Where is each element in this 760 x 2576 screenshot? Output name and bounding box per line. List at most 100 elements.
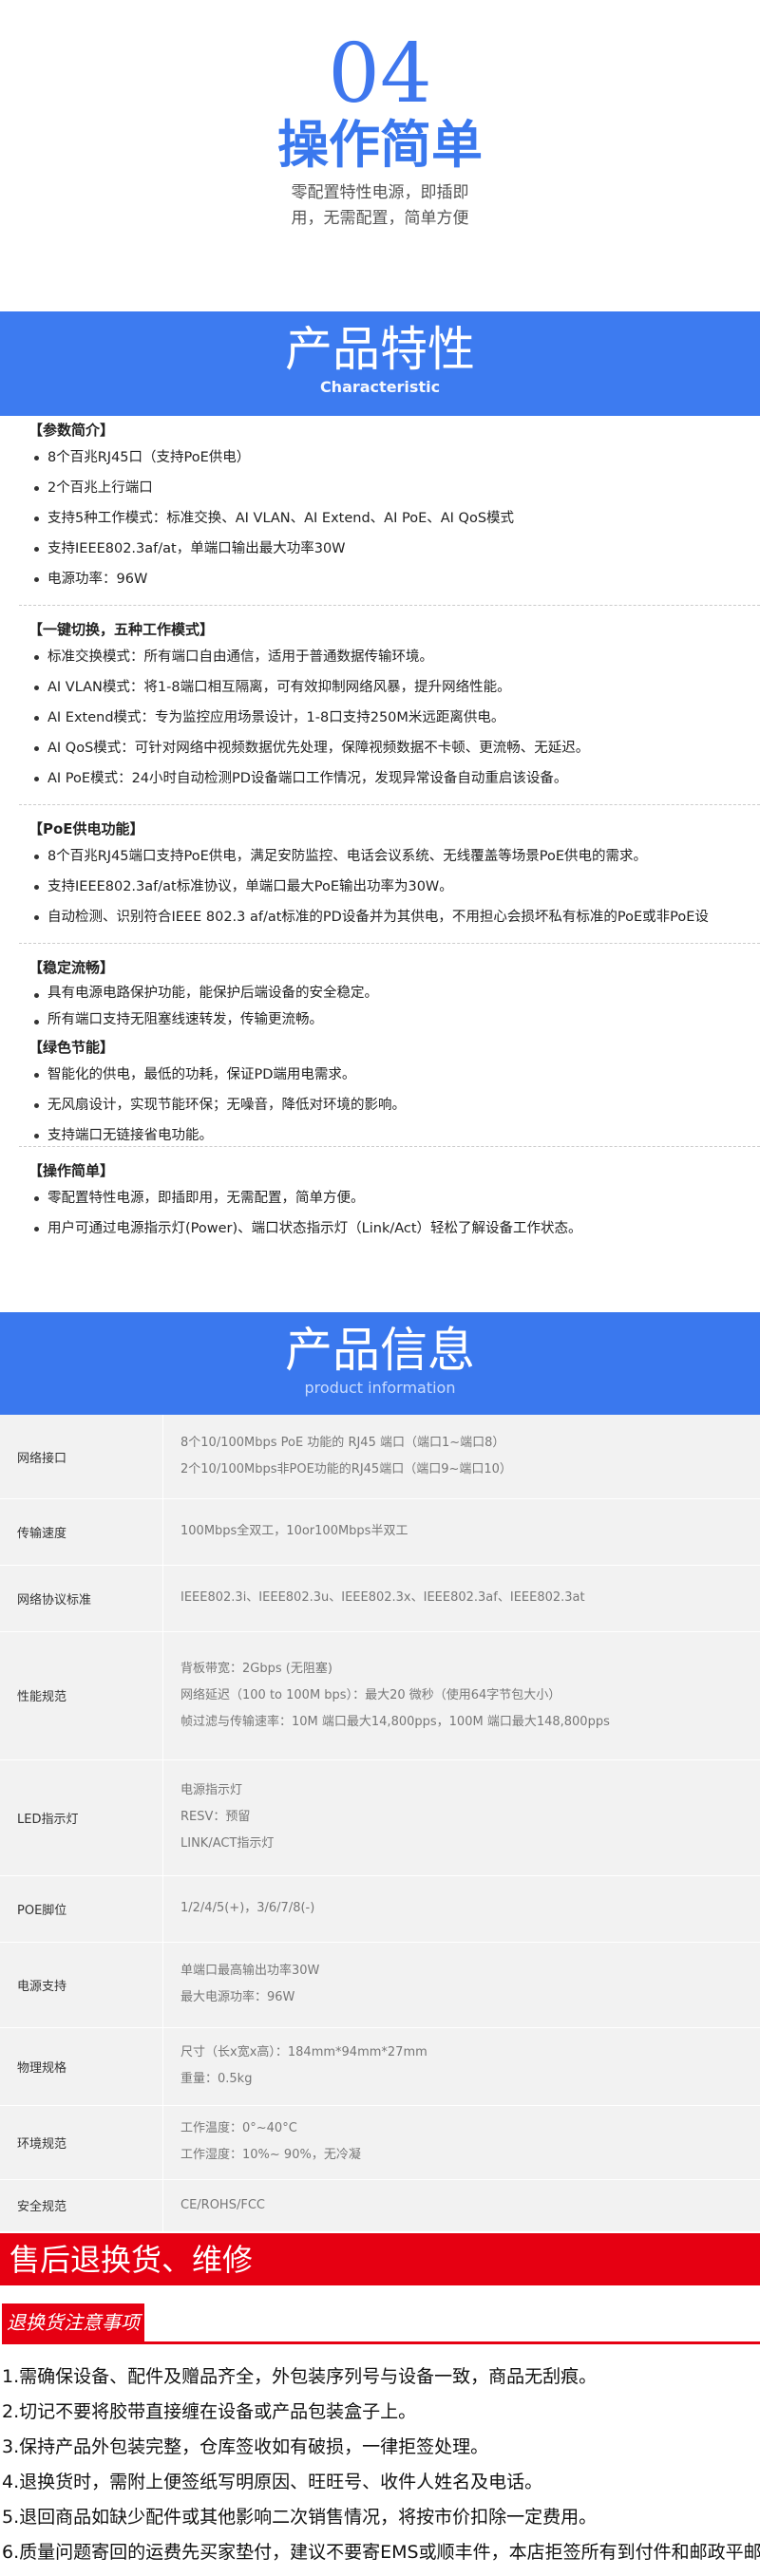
- spec-value: 8个10/100Mbps PoE 功能的 RJ45 端口（端口1~端口8） 2个…: [180, 1415, 750, 1498]
- feature-item: 2个百兆上行端口: [28, 473, 760, 503]
- feature-group-green: 【绿色节能】 智能化的供电，最低的功耗，保证PD端用电需求。 无风扇设计，实现节…: [28, 1037, 760, 1151]
- table-row: POE脚位 1/2/4/5(+)，3/6/7/8(-): [0, 1875, 760, 1943]
- divider: [19, 605, 760, 606]
- spec-value: 尺寸（长x宽x高）：184mm*94mm*27mm 重量：0.5kg: [180, 2027, 750, 2105]
- table-row: LED指示灯 电源指示灯 RESV：预留 LINK/ACT指示灯: [0, 1759, 760, 1876]
- feature-group-params: 【参数简介】 8个百兆RJ45口（支持PoE供电） 2个百兆上行端口 支持5种工…: [28, 420, 760, 594]
- spec-value-line: 网络延迟（100 to 100M bps）：最大20 微秒（使用64字节包大小）: [180, 1687, 561, 1702]
- feature-item: 标准交换模式：所有端口自由通信，适用于普通数据传输环境。: [28, 642, 760, 672]
- spec-value-line: 帧过滤与传输速率：10M 端口最大14,800pps，100M 端口最大148,…: [180, 1714, 610, 1729]
- spec-value-line: 8个10/100Mbps PoE 功能的 RJ45 端口（端口1~端口8）: [180, 1436, 505, 1450]
- aftersales-title: 售后退换货、维修: [10, 2242, 254, 2278]
- spec-value-line: RESV：预留: [180, 1810, 251, 1824]
- feature-item: 支持IEEE802.3af/at标准协议，单端口最大PoE输出功率为30W。: [28, 872, 760, 902]
- spec-value: 1/2/4/5(+)，3/6/7/8(-): [180, 1875, 750, 1942]
- feature-item: 自动检测、识别符合IEEE 802.3 af/at标准的PD设备并为其供电，不用…: [28, 902, 760, 932]
- spec-key: 物理规格: [0, 2027, 163, 2105]
- policy-list: 1.需确保设备、配件及赠品齐全，外包装序列号与设备一致，商品无刮痕。 2.切记不…: [2, 2360, 760, 2570]
- spec-value: 单端口最高输出功率30W 最大电源功率：96W: [180, 1942, 750, 2027]
- feature-item: 具有电源电路保护功能，能保护后端设备的安全稳定。: [28, 980, 760, 1006]
- list-item: 5.退回商品如缺少配件或其他影响二次销售情况，将按市价扣除一定费用。: [2, 2507, 598, 2528]
- list-item: 6.质量问题寄回的运费先买家垫付，建议不要寄EMS或顺丰件，本店拒签所有到付件和…: [2, 2542, 760, 2563]
- product-info-banner: 产品信息 product information: [0, 1312, 760, 1415]
- spec-key: 网络协议标准: [0, 1565, 163, 1631]
- list-item: 2.切记不要将胶带直接缠在设备或产品包装盒子上。: [2, 2401, 417, 2422]
- table-row: 网络协议标准 IEEE802.3i、IEEE802.3u、IEEE802.3x、…: [0, 1565, 760, 1632]
- feature-item: 支持IEEE802.3af/at，单端口输出最大功率30W: [28, 534, 760, 564]
- characteristic-subtitle: Characteristic: [319, 378, 441, 396]
- spec-value: 100Mbps全双工，10or100Mbps半双工: [180, 1498, 750, 1565]
- spec-value-line: 工作温度：0°~40°C: [180, 2121, 297, 2135]
- spec-key: 电源支持: [0, 1942, 163, 2027]
- spec-key: POE脚位: [0, 1875, 163, 1942]
- list-item: 3.保持产品外包装完整，仓库签收如有破损，一律拒签处理。: [2, 2436, 489, 2457]
- aftersales-banner: 售后退换货、维修: [0, 2233, 760, 2285]
- feature-group-stable: 【稳定流畅】 具有电源电路保护功能，能保护后端设备的安全稳定。 所有端口支持无阻…: [28, 957, 760, 1033]
- feature-heading: 【绿色节能】: [28, 1039, 115, 1056]
- spec-value-line: 1/2/4/5(+)，3/6/7/8(-): [180, 1901, 315, 1915]
- list-item: 4.退换货时，需附上便签纸写明原因、旺旺号、收件人姓名及电话。: [2, 2472, 543, 2492]
- characteristic-banner: 产品特性 Characteristic: [0, 311, 760, 416]
- intro-section: 04 操作简单 零配置特性电源，即插即用，无需配置，简单方便: [0, 0, 760, 313]
- spec-value: CE/ROHS/FCC: [180, 2179, 750, 2231]
- spec-value: 电源指示灯 RESV：预留 LINK/ACT指示灯: [180, 1759, 750, 1875]
- table-row: 安全规范 CE/ROHS/FCC: [0, 2179, 760, 2231]
- feature-item: AI PoE模式：24小时自动检测PD设备端口工作情况，发现异常设备自动重启该设…: [28, 763, 760, 794]
- feature-group-modes: 【一键切换，五种工作模式】 标准交换模式：所有端口自由通信，适用于普通数据传输环…: [28, 619, 760, 794]
- spec-value-line: 100Mbps全双工，10or100Mbps半双工: [180, 1524, 408, 1538]
- spec-value-line: 最大电源功率：96W: [180, 1990, 295, 2004]
- feature-item: 无风扇设计，实现节能环保；无噪音，降低对环境的影响。: [28, 1090, 760, 1120]
- spec-key: 环境规范: [0, 2105, 163, 2179]
- feature-heading: 【参数简介】: [28, 422, 115, 439]
- spec-value-line: LINK/ACT指示灯: [180, 1836, 275, 1851]
- feature-item: 所有端口支持无阻塞线速转发，传输更流畅。: [28, 1006, 760, 1033]
- feature-item: 8个百兆RJ45端口支持PoE供电，满足安防监控、电话会议系统、无线覆盖等场景P…: [28, 841, 760, 872]
- feature-item: AI VLAN模式：将1-8端口相互隔离，可有效抑制网络风暴，提升网络性能。: [28, 672, 760, 703]
- notice-tag: 退换货注意事项: [2, 2303, 144, 2341]
- spec-key: LED指示灯: [0, 1759, 163, 1875]
- feature-item: 零配置特性电源，即插即用，无需配置，简单方便。: [28, 1183, 760, 1213]
- spec-value: 背板带宽：2Gbps (无阻塞) 网络延迟（100 to 100M bps）：最…: [180, 1631, 750, 1759]
- spec-table: 网络接口 8个10/100Mbps PoE 功能的 RJ45 端口（端口1~端口…: [0, 1415, 760, 2231]
- table-row: 性能规范 背板带宽：2Gbps (无阻塞) 网络延迟（100 to 100M b…: [0, 1631, 760, 1760]
- table-row: 传输速度 100Mbps全双工，10or100Mbps半双工: [0, 1498, 760, 1566]
- spec-value-line: IEEE802.3i、IEEE802.3u、IEEE802.3x、IEEE802…: [180, 1590, 585, 1605]
- feature-heading: 【一键切换，五种工作模式】: [28, 621, 215, 638]
- spec-value-line: 重量：0.5kg: [180, 2072, 253, 2086]
- spec-value-line: 电源指示灯: [180, 1783, 243, 1797]
- section-subtitle: 零配置特性电源，即插即用，无需配置，简单方便: [291, 183, 469, 228]
- list-item: 1.需确保设备、配件及赠品齐全，外包装序列号与设备一致，商品无刮痕。: [2, 2366, 598, 2387]
- spec-value-line: 单端口最高输出功率30W: [180, 1964, 320, 1978]
- spec-key: 传输速度: [0, 1498, 163, 1565]
- section-title: 操作简单: [277, 115, 483, 175]
- table-row: 电源支持 单端口最高输出功率30W 最大电源功率：96W: [0, 1942, 760, 2028]
- spec-value-line: 尺寸（长x宽x高）：184mm*94mm*27mm: [180, 2045, 428, 2059]
- feature-heading: 【PoE供电功能】: [28, 820, 144, 837]
- feature-item: 电源功率：96W: [28, 564, 760, 594]
- feature-item: AI QoS模式：可针对网络中视频数据优先处理，保障视频数据不卡顿、更流畅、无延…: [28, 733, 760, 763]
- features-section: 【参数简介】 8个百兆RJ45口（支持PoE供电） 2个百兆上行端口 支持5种工…: [0, 420, 760, 1303]
- spec-value: 工作温度：0°~40°C 工作湿度：10%~ 90%，无冷凝: [180, 2105, 750, 2179]
- spec-value-line: 工作湿度：10%~ 90%，无冷凝: [180, 2148, 361, 2162]
- feature-group-easy: 【操作简单】 零配置特性电源，即插即用，无需配置，简单方便。 用户可通过电源指示…: [28, 1160, 760, 1244]
- table-row: 物理规格 尺寸（长x宽x高）：184mm*94mm*27mm 重量：0.5kg: [0, 2027, 760, 2106]
- spec-key: 安全规范: [0, 2179, 163, 2231]
- spec-value-line: CE/ROHS/FCC: [180, 2197, 265, 2212]
- feature-heading: 【操作简单】: [28, 1162, 115, 1179]
- divider: [19, 804, 760, 805]
- divider: [19, 1146, 760, 1147]
- feature-group-poe: 【PoE供电功能】 8个百兆RJ45端口支持PoE供电，满足安防监控、电话会议系…: [28, 818, 760, 932]
- spec-key: 性能规范: [0, 1631, 163, 1759]
- product-info-title: 产品信息: [285, 1323, 475, 1378]
- product-info-subtitle: product information: [304, 1379, 456, 1397]
- feature-item: AI Extend模式：专为监控应用场景设计，1-8口支持250M米远距离供电。: [28, 703, 760, 733]
- feature-heading: 【稳定流畅】: [28, 959, 115, 976]
- section-number: 04: [328, 27, 432, 122]
- feature-item: 用户可通过电源指示灯(Power)、端口状态指示灯（Link/Act）轻松了解设…: [28, 1213, 760, 1244]
- notice-underline: [2, 2341, 760, 2344]
- table-row: 网络接口 8个10/100Mbps PoE 功能的 RJ45 端口（端口1~端口…: [0, 1415, 760, 1499]
- spec-key: 网络接口: [0, 1415, 163, 1498]
- feature-item: 8个百兆RJ45口（支持PoE供电）: [28, 442, 760, 473]
- feature-item: 智能化的供电，最低的功耗，保证PD端用电需求。: [28, 1060, 760, 1090]
- characteristic-title: 产品特性: [285, 322, 475, 377]
